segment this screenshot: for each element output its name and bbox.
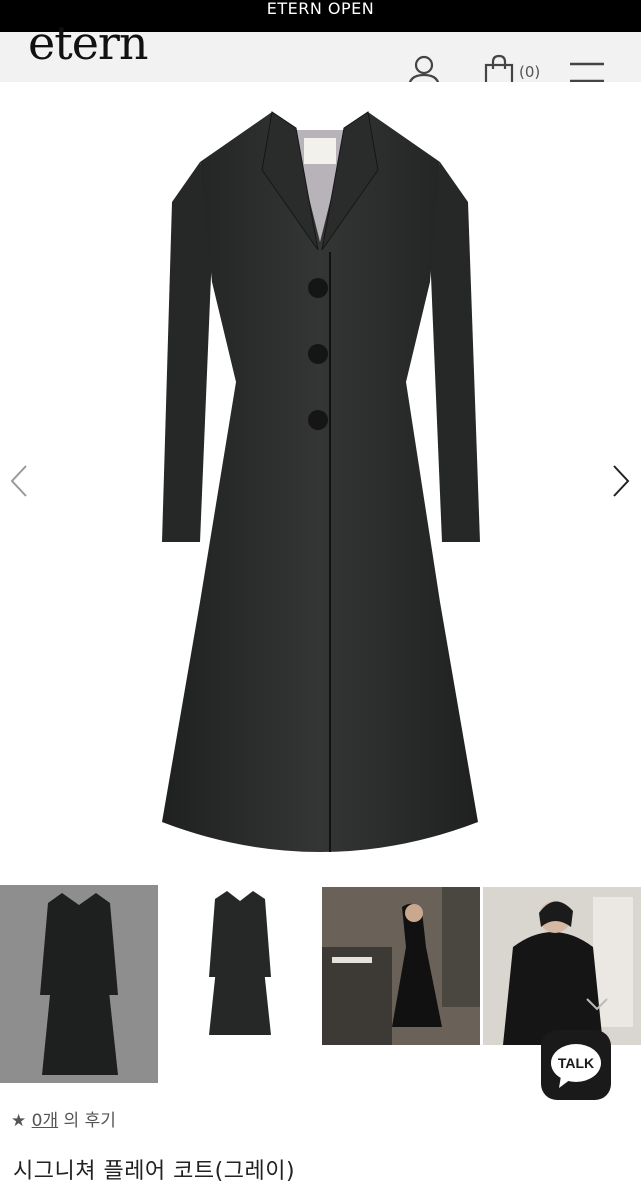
thumbnail-3[interactable]	[322, 887, 480, 1045]
kakao-talk-button[interactable]: TALK	[541, 1030, 611, 1100]
chat-bubble-icon: TALK	[541, 1030, 611, 1100]
brand-logo[interactable]: etern	[28, 20, 149, 66]
thumbnail-1[interactable]	[0, 885, 158, 1083]
review-count-link[interactable]: 0개	[32, 1111, 58, 1131]
product-title: 시그니쳐 플레어 코트(그레이)	[13, 1159, 296, 1184]
cart-count[interactable]: (0)	[519, 63, 540, 81]
review-suffix: 의 후기	[63, 1111, 116, 1131]
talk-label: TALK	[558, 1055, 594, 1071]
product-main-image[interactable]	[0, 82, 641, 884]
coat-image	[162, 111, 480, 852]
chevron-right-icon[interactable]	[610, 462, 632, 500]
star-icon: ★	[11, 1111, 27, 1131]
thumbnail-2[interactable]	[161, 885, 319, 1083]
thumbnail-4[interactable]	[483, 887, 641, 1045]
chevron-left-icon[interactable]	[8, 462, 30, 500]
review-summary: ★ 0개 의 후기	[11, 1106, 116, 1131]
hamburger-menu-icon[interactable]	[569, 62, 605, 84]
